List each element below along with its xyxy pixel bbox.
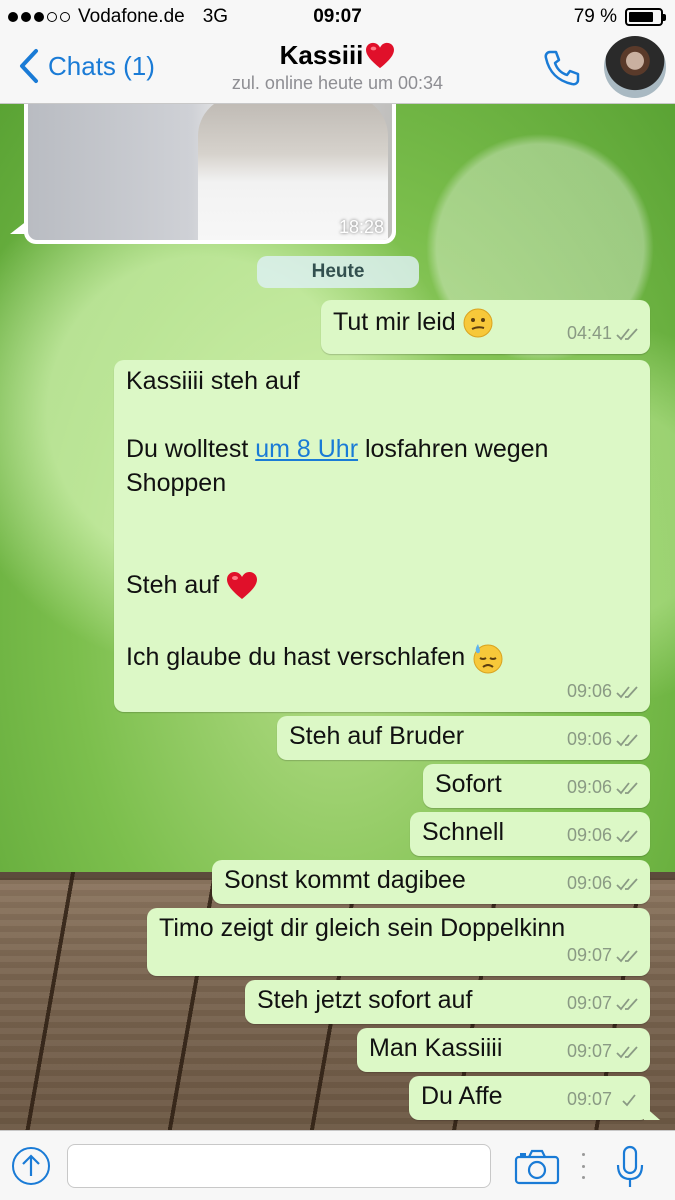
message-line-with-emoji: Ich glaube du hast verschlafen [126,640,638,680]
message-line-text: Du wolltest [126,435,256,463]
outgoing-message[interactable]: Man Kassiiii 09:07 [357,1028,650,1072]
chevron-left-icon [20,49,38,83]
message-line-text: losfahren wegen [358,435,549,463]
message-time: 09:07 [566,1089,612,1109]
contact-name: Kassiii [279,40,364,70]
message-text: Steh jetzt sofort auf [257,986,473,1014]
message-spacer [126,606,638,640]
message-text: Timo zeigt dir gleich sein Doppelkinn [159,914,566,942]
message-meta: 09:07 [567,1035,640,1068]
message-time: 09:06 [566,777,612,797]
microphone-icon[interactable] [614,1145,646,1189]
time-link[interactable]: um 8 Uhr [255,435,358,463]
date-separator: Heute [257,256,419,288]
message-meta: 09:06 [567,771,640,804]
message-time: 04:41 [566,323,612,343]
message-text: Du Affe [421,1082,503,1110]
message-meta: 09:06 [567,723,640,756]
camera-icon[interactable] [514,1149,560,1185]
outgoing-message[interactable]: Kassiiii steh auf Du wolltest um 8 Uhr l… [114,360,650,712]
message-text: Schnell [422,818,504,846]
double-check-icon [616,733,638,746]
message-spacer [126,398,638,432]
double-check-icon [616,949,638,962]
message-meta: 09:06 [567,675,640,708]
double-check-icon [616,327,638,340]
message-meta: 09:06 [567,867,640,900]
message-text: Sofort [435,770,502,798]
red-heart-icon [227,572,258,600]
message-text: Man Kassiiii [369,1034,503,1062]
message-time: 18:28 [338,217,384,237]
last-seen: zul. online heute um 00:34 [231,73,444,93]
double-check-icon [616,877,638,890]
photo [28,104,392,240]
image-message[interactable]: 18:28 [24,104,396,244]
status-right: 79 % [573,6,666,28]
message-spacer [126,500,638,534]
message-meta: 09:07 [567,987,640,1020]
message-time: 09:07 [566,993,612,1013]
message-text-block: Kassiiii steh auf Du wolltest um 8 Uhr l… [126,364,638,680]
share-button[interactable] [12,1147,50,1185]
status-bar: Vodafone.de 3G 09:07 79 % [0,0,675,34]
double-check-icon [616,781,638,794]
message-text: Tut mir leid [333,308,456,336]
message-meta: 09:06 [567,819,640,852]
chat-header: Chats (1) Kassiii zul. online heute um 0… [0,34,675,104]
back-button[interactable]: Chats (1) [18,48,155,84]
double-check-icon [616,829,638,842]
double-check-icon [616,685,638,698]
outgoing-message[interactable]: Timo zeigt dir gleich sein Doppelkinn 09… [147,908,650,976]
message-text: Steh auf Bruder [289,722,465,750]
message-input[interactable] [67,1144,491,1188]
share-icon [22,1154,40,1176]
message-time: 09:06 [566,681,612,701]
message-line: Kassiiii steh auf [126,367,300,395]
phone-icon[interactable] [540,48,584,88]
message-line-with-emoji: Steh auf [126,568,638,606]
message-time: 09:07 [566,945,612,965]
outgoing-message[interactable]: Sonst kommt dagibee 09:06 [212,860,650,904]
message-meta: 04:41 [567,317,640,350]
double-check-icon [616,997,638,1010]
outgoing-message[interactable]: Steh jetzt sofort auf 09:07 [245,980,650,1024]
message-meta: 09:07 [567,1083,640,1116]
chat-area[interactable]: 18:28 Heute Tut mir leid 04:41 Kassiiii … [0,104,675,1130]
battery-percent: 79 % [573,6,617,27]
message-line-text: Ich glaube du hast verschlafen [126,643,466,671]
contact-title: Kassiii [280,40,396,71]
contact-info[interactable]: Kassiii zul. online heute um 00:34 [150,40,525,94]
bubble-tail [644,1106,660,1120]
outgoing-message[interactable]: Sofort 09:06 [423,764,650,808]
back-label: Chats (1) [48,50,155,81]
outgoing-message[interactable]: Schnell 09:06 [410,812,650,856]
red-heart-icon [366,42,395,68]
single-check-icon [622,1093,636,1106]
message-line-text: Steh auf [126,571,220,599]
message-text-row: Tut mir leid [333,306,493,339]
battery-icon [625,8,666,26]
outgoing-message[interactable]: Tut mir leid 04:41 [321,300,650,354]
battery-fill [629,12,653,22]
message-meta: 09:07 [567,939,640,972]
message-text: Sonst kommt dagibee [224,866,466,894]
message-line-with-link: Du wolltest um 8 Uhr losfahren wegen [126,432,638,466]
message-time: 09:06 [566,873,612,893]
contact-avatar[interactable] [604,36,666,98]
outgoing-message[interactable]: Du Affe 09:07 [409,1076,660,1120]
message-time: 09:07 [566,1041,612,1061]
confused-face-icon [463,308,493,338]
message-line: Shoppen [126,469,227,497]
more-icon[interactable] [580,1153,586,1179]
double-check-icon [616,1045,638,1058]
downcast-face-with-sweat-icon [473,644,503,674]
message-spacer [126,534,638,568]
message-time: 09:06 [566,729,612,749]
input-bar [0,1130,675,1200]
message-time: 09:06 [566,825,612,845]
outgoing-message[interactable]: Steh auf Bruder 09:06 [277,716,650,760]
